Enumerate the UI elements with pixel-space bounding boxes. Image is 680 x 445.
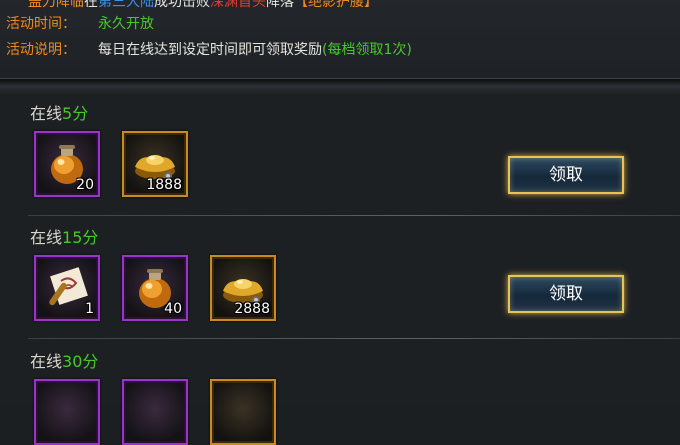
- announcement-text-2: 在: [84, 0, 98, 10]
- announcement-text-7: 【绝影护腰】: [294, 0, 378, 10]
- activity-description-label: 活动说明：: [6, 42, 76, 58]
- tier-title-value: 15分: [62, 228, 99, 247]
- item-count: 20: [76, 177, 94, 193]
- activity-description-note: (每档领取1次): [322, 42, 412, 58]
- reward-slot[interactable]: 1888: [122, 131, 188, 197]
- tier-title: 在线30分: [30, 348, 98, 372]
- section-divider: [0, 78, 680, 97]
- reward-slot[interactable]: [122, 379, 188, 445]
- reward-slot[interactable]: [210, 379, 276, 445]
- activity-time-label: 活动时间：: [6, 16, 76, 32]
- announcement-line: 盖力降临在第三大陆成功击败深渊首头降落【绝影护腰】: [28, 0, 378, 11]
- reward-slot[interactable]: 1: [34, 255, 100, 321]
- announcement-text-4: 成功击败: [154, 0, 210, 10]
- rewards-panel: 在线5分 20 1888 领取 在线15分 1 40 2888 领取 在线30分: [0, 96, 680, 445]
- tier-separator: [28, 215, 680, 216]
- tier-title-prefix: 在线: [30, 228, 63, 247]
- tier-title: 在线5分: [30, 100, 88, 124]
- item-count: 1: [85, 301, 94, 317]
- claim-button[interactable]: 领取: [508, 156, 624, 194]
- activity-time-row: 活动时间： 永久开放: [6, 13, 154, 33]
- tier-title: 在线15分: [30, 224, 98, 248]
- activity-description-row: 活动说明： 每日在线达到设定时间即可领取奖励(每档领取1次): [6, 39, 412, 59]
- reward-slot[interactable]: [34, 379, 100, 445]
- reward-slot[interactable]: 2888: [210, 255, 276, 321]
- announcement-text-1: 盖力降临: [28, 0, 84, 10]
- tier-title-prefix: 在线: [30, 104, 63, 123]
- item-count: 1888: [146, 177, 182, 193]
- reward-slot[interactable]: 40: [122, 255, 188, 321]
- announcement-text-5: 深渊首头: [210, 0, 266, 10]
- tier-title-value: 5分: [62, 104, 89, 123]
- announcement-text-3: 第三大陆: [98, 0, 154, 10]
- tier-title-value: 30分: [62, 352, 99, 371]
- item-count: 40: [164, 301, 182, 317]
- tier-separator: [28, 338, 680, 339]
- activity-time-value: 永久开放: [98, 16, 154, 32]
- activity-info: 盖力降临在第三大陆成功击败深渊首头降落【绝影护腰】 活动时间： 永久开放 活动说明…: [0, 0, 680, 80]
- announcement-text-6: 降落: [266, 0, 294, 10]
- claim-button[interactable]: 领取: [508, 275, 624, 313]
- tier-title-prefix: 在线: [30, 352, 63, 371]
- item-count: 2888: [234, 301, 270, 317]
- activity-description-value: 每日在线达到设定时间即可领取奖励: [98, 42, 322, 58]
- reward-slot[interactable]: 20: [34, 131, 100, 197]
